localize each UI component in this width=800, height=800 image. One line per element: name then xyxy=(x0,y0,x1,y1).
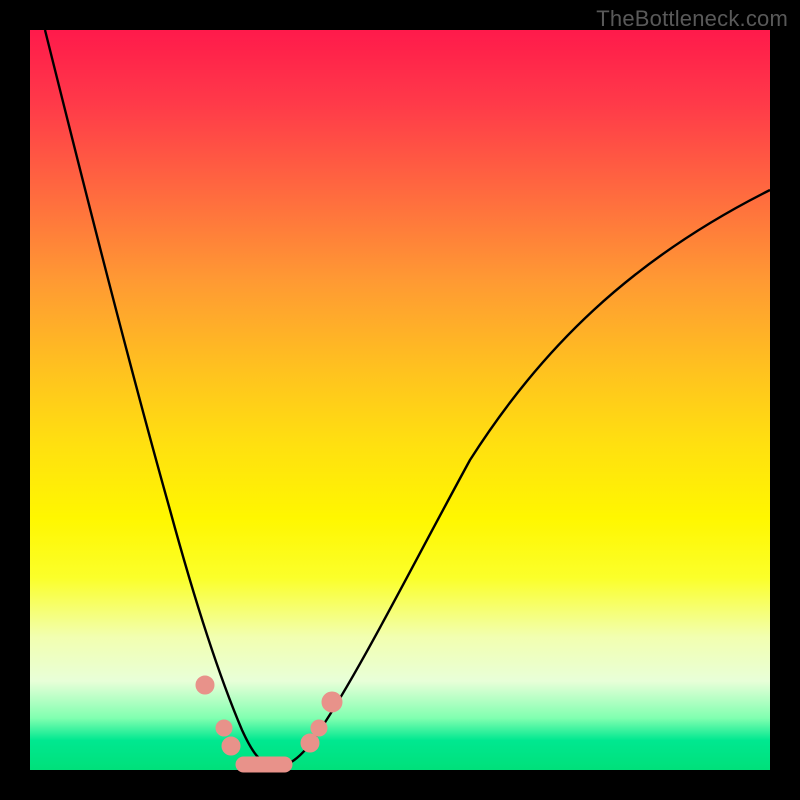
chart-svg xyxy=(30,30,770,770)
chart-frame: TheBottleneck.com xyxy=(0,0,800,800)
marker-dot xyxy=(216,720,232,736)
marker-dot xyxy=(322,692,342,712)
watermark-text: TheBottleneck.com xyxy=(596,6,788,32)
marker-dot xyxy=(196,676,214,694)
bottleneck-curve xyxy=(45,30,770,766)
chart-plot-area xyxy=(30,30,770,770)
marker-dot xyxy=(301,734,319,752)
marker-dot xyxy=(311,720,327,736)
marker-pill xyxy=(236,757,292,772)
marker-dot xyxy=(222,737,240,755)
